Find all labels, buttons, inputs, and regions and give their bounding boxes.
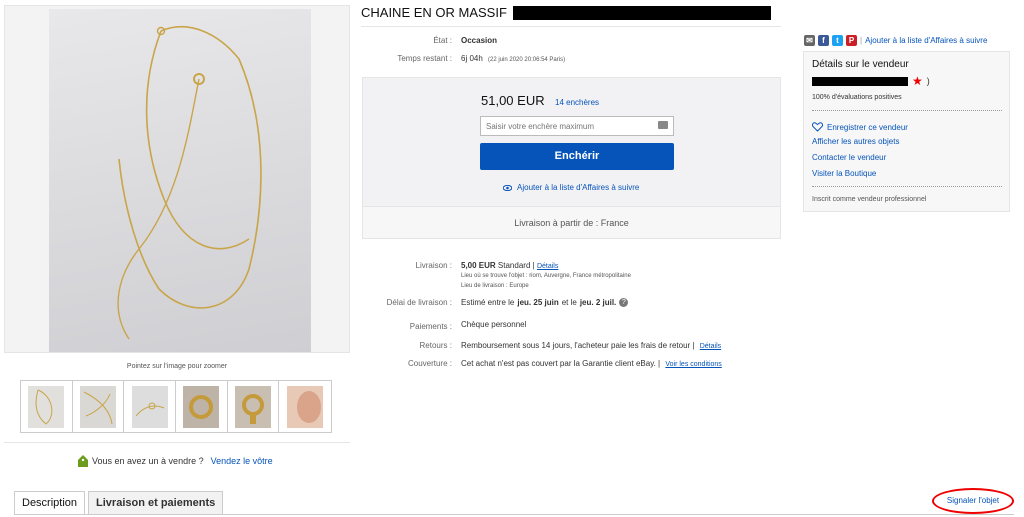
- sell-question: Vous en avez un à vendre ?: [92, 456, 204, 466]
- zoom-hint: Pointez sur l'image pour zoomer: [126, 363, 228, 370]
- payment-label: Paiements :: [409, 322, 452, 331]
- thumbnail-1[interactable]: [21, 381, 73, 432]
- heart-icon: [812, 122, 823, 132]
- watchlist-share-link[interactable]: Ajouter à la liste d'Affaires à suivre: [865, 36, 987, 45]
- shipping-label: Livraison :: [415, 261, 452, 270]
- pinterest-icon[interactable]: P: [846, 35, 857, 46]
- separator: |: [860, 36, 863, 45]
- seller-heading: Détails sur le vendeur: [812, 59, 909, 70]
- save-seller-link[interactable]: Enregistrer ce vendeur: [812, 122, 908, 132]
- shipping-details-link[interactable]: Détails: [537, 263, 558, 270]
- delivery-estimate: Estimé entre le jeu. 25 juin et le jeu. …: [461, 298, 629, 307]
- share-bar: ✉ f t P | Ajouter à la liste d'Affaires …: [804, 35, 987, 46]
- score-suffix: ): [926, 76, 930, 86]
- help-icon[interactable]: ?: [619, 298, 629, 307]
- divider: [361, 26, 781, 27]
- watchlist-link[interactable]: Ajouter à la liste d'Affaires à suivre: [503, 183, 639, 192]
- time-left-value: 6j 04h: [461, 54, 483, 63]
- visit-store-link[interactable]: Visiter la Boutique: [812, 169, 876, 178]
- save-seller-label: Enregistrer ce vendeur: [827, 122, 908, 132]
- coverage-value: Cet achat n'est pas couvert par la Garan…: [461, 359, 661, 368]
- redacted-block: [512, 5, 771, 20]
- eye-icon: [503, 184, 512, 191]
- returns-info: Remboursement sous 14 jours, l'acheteur …: [461, 341, 721, 350]
- returns-label: Retours :: [419, 341, 452, 350]
- gold-chain-illustration: [117, 26, 262, 340]
- returns-value: Remboursement sous 14 jours, l'acheteur …: [461, 341, 695, 350]
- thumbnail-4[interactable]: [176, 381, 228, 432]
- twitter-icon[interactable]: t: [832, 35, 843, 46]
- delivery-label: Délai de livraison :: [386, 298, 452, 307]
- listing-title-text: CHAINE EN OR MASSIF: [361, 5, 507, 20]
- shipping-info: 5,00 EUR Standard | Détails: [461, 261, 558, 270]
- seller-name-redacted[interactable]: [812, 76, 908, 86]
- end-date: (22 juin 2020 20:06:54 Paris): [488, 57, 566, 63]
- thumbnail-5[interactable]: [228, 381, 280, 432]
- price-tag-icon: [78, 455, 88, 467]
- star-icon: ★: [912, 74, 923, 88]
- divider: [4, 442, 350, 443]
- coverage-info: Cet achat n'est pas couvert par la Garan…: [461, 359, 722, 368]
- item-location: Lieu où se trouve l'objet : riom, Auverg…: [461, 273, 631, 279]
- facebook-icon[interactable]: f: [818, 35, 829, 46]
- report-item-link[interactable]: Signaler l'objet: [932, 488, 1014, 514]
- current-price: 51,00 EUR: [481, 93, 545, 108]
- time-left: 6j 04h (22 juin 2020 20:06:54 Paris): [461, 54, 565, 63]
- watchlist-label: Ajouter à la liste d'Affaires à suivre: [517, 183, 640, 192]
- bid-count-link[interactable]: 14 enchères: [555, 98, 599, 107]
- bid-button[interactable]: Enchérir: [480, 143, 674, 170]
- coverage-conditions-link[interactable]: Voir les conditions: [665, 361, 721, 368]
- returns-details-link[interactable]: Détails: [700, 343, 721, 350]
- email-icon[interactable]: ✉: [804, 35, 815, 46]
- condition-value: Occasion: [461, 36, 498, 45]
- max-bid-input[interactable]: [480, 116, 674, 136]
- thumbnail-2[interactable]: [73, 381, 125, 432]
- contact-seller-link[interactable]: Contacter le vendeur: [812, 153, 886, 162]
- other-items-link[interactable]: Afficher les autres objets: [812, 137, 899, 146]
- condition-label: État :: [433, 36, 452, 45]
- main-product-image[interactable]: [4, 5, 350, 353]
- divider: [14, 514, 1014, 515]
- coverage-label: Couverture :: [407, 359, 452, 368]
- sell-prompt: Vous en avez un à vendre ? Vendez le vôt…: [78, 455, 273, 467]
- ships-to: Lieu de livraison : Europe: [461, 283, 529, 289]
- pro-seller-note: Inscrit comme vendeur professionnel: [812, 196, 927, 203]
- time-left-label: Temps restant :: [397, 54, 452, 63]
- shipping-price: 5,00 EUR: [461, 261, 496, 270]
- ship-from: Livraison à partir de : France: [362, 207, 781, 239]
- divider: [812, 110, 1002, 111]
- delivery-prefix: Estimé entre le: [461, 298, 515, 307]
- payment-value: Chèque personnel: [461, 320, 527, 329]
- listing-title: CHAINE EN OR MASSIF: [361, 5, 771, 20]
- delivery-from: jeu. 25 juin: [517, 298, 559, 307]
- delivery-mid: et le: [561, 298, 577, 307]
- divider: [812, 186, 1002, 187]
- thumbnail-strip: [20, 380, 332, 433]
- keyboard-icon[interactable]: [658, 121, 668, 129]
- feedback-percent: 100% d'évaluations positives: [812, 94, 902, 101]
- tab-shipping-payments[interactable]: Livraison et paiements: [88, 491, 224, 514]
- thumbnail-3[interactable]: [124, 381, 177, 432]
- tab-description[interactable]: Description: [14, 491, 86, 514]
- sell-yours-link[interactable]: Vendez le vôtre: [211, 456, 273, 466]
- product-photo: [49, 9, 311, 352]
- tab-bar: Description Livraison et paiements: [14, 491, 224, 514]
- thumbnail-6[interactable]: [279, 381, 331, 432]
- bid-box: 51,00 EUR 14 enchères Enchérir Ajouter à…: [362, 77, 781, 207]
- shipping-method: Standard |: [497, 261, 535, 270]
- seller-box: Détails sur le vendeur ★ ) 100% d'évalua…: [803, 51, 1010, 212]
- seller-id-row: ★ ): [812, 74, 930, 88]
- delivery-to: jeu. 2 juil.: [579, 298, 617, 307]
